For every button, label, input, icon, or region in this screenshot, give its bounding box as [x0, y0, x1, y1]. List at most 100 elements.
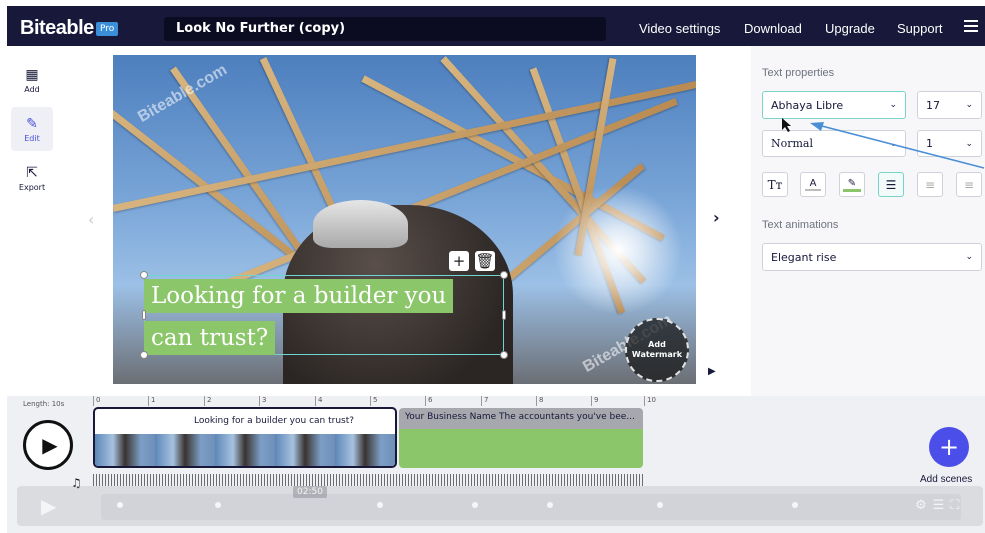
watermark-top: Biteable.com: [135, 61, 230, 126]
chevron-down-icon: ⌄: [889, 100, 897, 110]
scene-clip-1[interactable]: Looking for a builder you can trust?: [93, 407, 397, 468]
track-dot: [792, 502, 798, 508]
line-height-select[interactable]: 1 ⌄: [917, 130, 982, 157]
align-left-icon: ☰: [885, 177, 897, 192]
line-height-value: 1: [926, 137, 933, 150]
highlight-color-button[interactable]: ✎: [839, 172, 865, 197]
track-dot: [377, 502, 383, 508]
chevron-down-icon: ⌄: [965, 100, 973, 110]
align-center-button[interactable]: ≡: [917, 172, 943, 197]
player-controls-icons[interactable]: ⚙☰⛶: [915, 498, 965, 513]
track-dot: [547, 502, 553, 508]
align-center-icon: ≡: [924, 177, 936, 192]
track-dot: [117, 502, 123, 508]
nav-download[interactable]: Download: [744, 21, 802, 36]
sidebar-item-label: Export: [18, 182, 46, 192]
delete-text-button[interactable]: 🗑: [475, 251, 495, 271]
chevron-down-icon: ⌄: [965, 138, 973, 149]
caption-line-1[interactable]: Looking for a builder you: [144, 279, 454, 313]
add-text-button[interactable]: +: [449, 251, 469, 271]
scene-2-caption: Your Business Name The accountants you'v…: [399, 408, 643, 429]
scene-1-caption: Looking for a builder you can trust?: [179, 412, 369, 430]
text-case-button[interactable]: Tт: [762, 172, 788, 197]
project-title-input[interactable]: Look No Further (copy): [164, 17, 606, 41]
length-label: Length: 10s: [23, 400, 65, 408]
audio-waveform[interactable]: [93, 474, 643, 486]
sidebar-item-label: Edit: [24, 133, 40, 143]
play-button[interactable]: ▶: [23, 420, 73, 470]
caption-line-2[interactable]: can trust?: [144, 321, 276, 355]
text-color-button[interactable]: A: [800, 172, 826, 197]
grid-icon: ▦: [25, 66, 39, 83]
trash-icon: 🗑: [475, 252, 495, 270]
resize-handle-bl[interactable]: [140, 351, 148, 359]
add-watermark-label-2: Watermark: [631, 350, 683, 359]
scene-clip-2[interactable]: Your Business Name The accountants you'v…: [399, 408, 643, 468]
ruler-mark: 10: [644, 396, 656, 406]
app-logo[interactable]: Biteable: [20, 17, 94, 40]
font-family-value: Abhaya Libre: [771, 98, 844, 112]
font-size-value: 17: [926, 98, 940, 112]
left-sidebar: ▦ Add ✎ Edit ⇱ Export: [7, 46, 55, 396]
font-weight-value: Normal: [771, 137, 814, 150]
export-icon: ⇱: [26, 164, 38, 181]
highlighter-icon: ✎: [847, 177, 857, 189]
font-weight-select[interactable]: Normal ⌄: [762, 130, 906, 157]
nav-support[interactable]: Support: [897, 21, 943, 36]
align-left-button[interactable]: ☰: [878, 172, 904, 197]
nav-video-settings[interactable]: Video settings: [639, 21, 720, 36]
ruler-mark: 7: [481, 396, 488, 406]
scene-1-thumbnails: [95, 434, 395, 466]
text-animations-heading: Text animations: [762, 219, 839, 231]
text-color-icon: A: [809, 178, 817, 189]
sidebar-item-add[interactable]: ▦ Add: [11, 58, 53, 102]
resize-handle-br[interactable]: [500, 351, 508, 359]
biteable-editor: Biteable Pro Look No Further (copy) Vide…: [0, 0, 985, 533]
sidebar-item-edit[interactable]: ✎ Edit: [11, 107, 53, 151]
next-scene-arrow-icon[interactable]: ›: [713, 208, 720, 227]
ruler-mark: 3: [259, 396, 266, 406]
prev-scene-arrow-icon[interactable]: ‹: [88, 210, 94, 229]
menu-icon[interactable]: [964, 20, 978, 34]
add-watermark-button[interactable]: Add Watermark: [625, 318, 689, 382]
scene-2-background: [399, 429, 643, 468]
player-time: 02:50: [293, 486, 327, 498]
font-size-select[interactable]: 17 ⌄: [917, 91, 982, 119]
track-dot: [472, 502, 478, 508]
align-right-button[interactable]: ≡: [956, 172, 982, 197]
animation-value: Elegant rise: [771, 250, 837, 264]
sidebar-item-export[interactable]: ⇱ Export: [11, 156, 53, 200]
text-properties-panel: Text properties Abhaya Libre ⌄ 17 ⌄ Norm…: [751, 46, 985, 396]
track-dot: [657, 502, 663, 508]
font-family-select[interactable]: Abhaya Libre ⌄: [762, 91, 906, 119]
ruler-mark: 8: [536, 396, 543, 406]
player-play-icon[interactable]: ▶: [41, 494, 56, 518]
pro-badge: Pro: [96, 22, 119, 36]
video-player-overlay: ▶ 02:50 ⚙☰⛶: [17, 486, 983, 526]
ruler-mark: 6: [425, 396, 432, 406]
top-bar: Biteable Pro Look No Further (copy) Vide…: [7, 6, 985, 46]
resize-handle-right[interactable]: [502, 310, 506, 320]
align-right-icon: ≡: [963, 177, 975, 192]
ruler-mark: 1: [148, 396, 155, 406]
nav-upgrade[interactable]: Upgrade: [825, 21, 875, 36]
player-seek-track[interactable]: [101, 494, 961, 520]
preview-play-icon[interactable]: ▶: [708, 366, 716, 377]
ruler-mark: 5: [370, 396, 377, 406]
add-watermark-label-1: Add: [648, 340, 666, 349]
sidebar-item-label: Add: [24, 84, 40, 94]
chevron-down-icon: ⌄: [889, 138, 897, 149]
resize-handle-tr[interactable]: [500, 271, 508, 279]
add-scene-button[interactable]: +: [929, 427, 969, 467]
hard-hat: [313, 200, 408, 248]
pencil-icon: ✎: [26, 115, 38, 132]
text-case-icon: Tт: [767, 177, 783, 192]
ruler-mark: 4: [315, 396, 322, 406]
resize-handle-left[interactable]: [142, 310, 146, 320]
animation-select[interactable]: Elegant rise ⌄: [762, 243, 982, 271]
resize-handle-tl[interactable]: [140, 271, 148, 279]
add-scenes-label: Add scenes: [920, 474, 973, 485]
ruler-mark: 9: [591, 396, 598, 406]
timeline: Length: 10s 0 1 2 3 4 5 6 7 8 9 10 ▶ Loo…: [7, 396, 985, 533]
text-properties-heading: Text properties: [762, 67, 835, 79]
